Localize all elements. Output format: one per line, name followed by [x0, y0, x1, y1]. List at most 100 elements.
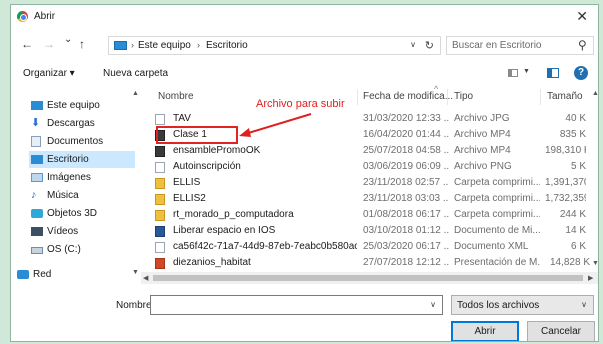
recent-locations-icon[interactable]: ⌄: [64, 34, 72, 45]
sidebar-item-videos[interactable]: Vídeos: [29, 223, 135, 240]
sidebar-item-label: Escritorio: [47, 154, 89, 165]
up-icon[interactable]: ↑: [79, 37, 85, 51]
view-options-icon[interactable]: [508, 69, 518, 77]
table-row[interactable]: ELLIS 23/11/2018 02:57 ... Carpeta compr…: [145, 175, 595, 191]
back-icon[interactable]: ←: [21, 37, 33, 51]
sidebar-item-3d-objects[interactable]: Objetos 3D: [29, 205, 135, 222]
documents-icon: [31, 136, 41, 147]
table-row[interactable]: ensamblePromoOK 25/07/2018 04:58 ... Arc…: [145, 143, 595, 159]
file-name: Autoinscripción: [173, 161, 241, 172]
scroll-left-icon[interactable]: ◀: [143, 274, 148, 282]
scroll-down-icon[interactable]: ▼: [592, 260, 598, 267]
chevron-down-icon[interactable]: ∨: [410, 40, 416, 49]
column-header-date[interactable]: Fecha de modifica...: [363, 91, 453, 102]
table-row[interactable]: diezanios_habitat 27/07/2018 12:12 ... P…: [145, 255, 595, 271]
file-list-scrollbar[interactable]: ▲ ▼: [591, 88, 598, 272]
music-icon: ♪: [31, 189, 37, 201]
sidebar-item-label: Red: [33, 269, 52, 280]
sidebar-item-music[interactable]: ♪ Música: [29, 187, 135, 204]
sidebar-item-label: Objetos 3D: [47, 208, 98, 219]
file-name: rt_morado_p_computadora: [173, 209, 294, 220]
file-date: 03/10/2018 01:12 ...: [363, 225, 449, 236]
address-bar[interactable]: › Este equipo › Escritorio ∨ ↻: [108, 36, 441, 55]
scroll-up-icon[interactable]: ▲: [592, 90, 598, 97]
file-date: 25/03/2020 06:17 ...: [363, 241, 449, 252]
cancel-button[interactable]: Cancelar: [527, 321, 595, 341]
file-name: ca56f42c-71a7-44d9-87eb-7eabc0b580ac: [173, 241, 357, 252]
computer-icon: [31, 101, 43, 110]
title-bar: Abrir ✕: [11, 5, 598, 29]
search-box[interactable]: Buscar en Escritorio ⚲: [446, 36, 594, 55]
network-icon: [17, 270, 29, 279]
sidebar-item-pictures[interactable]: Imágenes: [29, 169, 135, 186]
table-row[interactable]: ELLIS2 23/11/2018 03:03 ... Carpeta comp…: [145, 191, 595, 207]
download-icon: ⬇: [31, 117, 41, 129]
pictures-icon: [31, 173, 43, 182]
file-name: ELLIS: [173, 177, 201, 188]
column-divider[interactable]: [357, 89, 358, 105]
chrome-icon: [17, 11, 28, 22]
sidebar-item-network[interactable]: Red: [15, 266, 125, 283]
file-size: 1,391,370: [545, 177, 586, 188]
open-button[interactable]: Abrir: [451, 321, 519, 341]
desktop-icon: [31, 155, 43, 164]
file-name: ELLIS2: [173, 193, 206, 204]
organize-button[interactable]: Organizar ▾: [23, 68, 75, 79]
table-row[interactable]: rt_morado_p_computadora 01/08/2018 06:17…: [145, 207, 595, 223]
sidebar-item-label: Imágenes: [47, 172, 91, 183]
scroll-thumb[interactable]: [153, 275, 583, 281]
column-divider[interactable]: [447, 89, 448, 105]
table-row[interactable]: Liberar espacio en IOS 03/10/2018 01:12 …: [145, 223, 595, 239]
file-size: 1,732,359: [545, 193, 586, 204]
sidebar-item-drive-c[interactable]: OS (C:): [29, 241, 135, 258]
sidebar-item-desktop[interactable]: Escritorio: [29, 151, 135, 168]
scroll-up-icon[interactable]: ▲: [132, 90, 139, 97]
table-row[interactable]: Autoinscripción 03/06/2019 06:09 ... Arc…: [145, 159, 595, 175]
file-size: 244 K: [559, 209, 586, 220]
navigation-pane: Este equipo ⬇ Descargas Documentos Escri…: [11, 88, 139, 288]
refresh-icon[interactable]: ↻: [425, 39, 434, 52]
chevron-down-icon[interactable]: ▼: [523, 68, 530, 75]
chevron-down-icon[interactable]: ∨: [581, 300, 587, 309]
close-icon[interactable]: ✕: [576, 8, 588, 25]
annotation-label: Archivo para subir: [256, 98, 345, 110]
image-file-icon: [155, 114, 165, 125]
forward-icon[interactable]: →: [43, 37, 55, 51]
file-name: diezanios_habitat: [173, 257, 251, 268]
open-dialog: Abrir ✕ ← → ⌄ ↑ › Este equipo › Escritor…: [10, 4, 599, 342]
sidebar-item-documents[interactable]: Documentos: [29, 133, 135, 150]
table-row[interactable]: ca56f42c-71a7-44d9-87eb-7eabc0b580ac 25/…: [145, 239, 595, 255]
horizontal-scrollbar[interactable]: ◀ ▶: [141, 272, 598, 284]
search-icon[interactable]: ⚲: [578, 38, 587, 52]
powerpoint-icon: [155, 258, 165, 269]
column-header-name[interactable]: Nombre: [158, 91, 194, 102]
file-size: 14,828 K: [549, 257, 590, 268]
breadcrumb-this-pc[interactable]: Este equipo: [138, 40, 191, 51]
sidebar-scrollbar[interactable]: ▲ ▼: [132, 88, 140, 288]
file-date: 01/08/2018 06:17 ...: [363, 209, 449, 220]
column-divider[interactable]: [540, 89, 541, 105]
table-row[interactable]: TAV 31/03/2020 12:33 ... Archivo JPG 40 …: [145, 111, 595, 127]
file-date: 23/11/2018 02:57 ...: [363, 177, 449, 188]
help-icon[interactable]: ?: [574, 66, 588, 80]
scroll-right-icon[interactable]: ▶: [588, 274, 593, 282]
sidebar-item-this-pc[interactable]: Este equipo: [29, 97, 135, 114]
file-type-select[interactable]: Todos los archivos ∨: [451, 295, 594, 315]
column-header-size[interactable]: Tamaño: [547, 91, 583, 102]
file-date: 27/07/2018 12:12 ...: [363, 257, 449, 268]
search-input[interactable]: Buscar en Escritorio: [452, 40, 541, 51]
column-header-type[interactable]: Tipo: [454, 91, 473, 102]
preview-pane-icon[interactable]: [547, 68, 559, 78]
objects3d-icon: [31, 209, 43, 218]
file-date: 03/06/2019 06:09 ...: [363, 161, 449, 172]
file-size: 40 K: [565, 113, 586, 124]
annotation-arrow-icon: [239, 113, 312, 137]
file-date: 25/07/2018 04:58 ...: [363, 145, 449, 156]
scroll-down-icon[interactable]: ▼: [132, 269, 139, 276]
file-name-input[interactable]: ∨: [150, 295, 443, 315]
sidebar-item-label: Este equipo: [47, 100, 100, 111]
breadcrumb-desktop[interactable]: Escritorio: [206, 40, 248, 51]
chevron-down-icon[interactable]: ∨: [430, 300, 436, 309]
new-folder-button[interactable]: Nueva carpeta: [103, 68, 168, 79]
sidebar-item-downloads[interactable]: ⬇ Descargas: [29, 115, 135, 132]
